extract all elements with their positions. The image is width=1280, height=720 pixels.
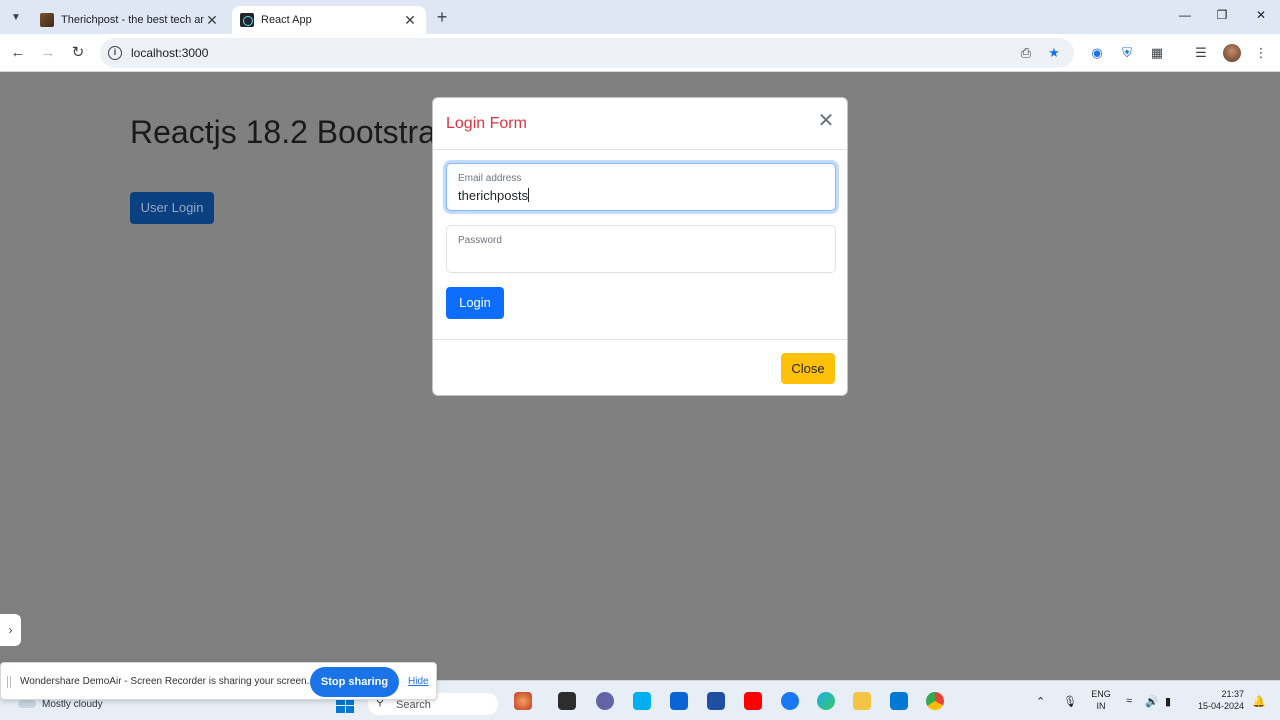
file-explorer-icon[interactable]	[853, 692, 871, 710]
clock[interactable]: 21:37 15-04-2024	[1188, 688, 1244, 712]
react-favicon-icon	[240, 13, 254, 27]
therichpost-favicon-icon	[40, 13, 54, 27]
screen-sharing-bar: Wondershare DemoAir - Screen Recorder is…	[0, 662, 437, 700]
extensions-puzzle-icon[interactable]: ▦	[1148, 44, 1166, 62]
chrome-icon[interactable]	[926, 692, 944, 710]
mail-icon[interactable]	[670, 692, 688, 710]
user-login-button[interactable]: User Login	[130, 192, 214, 224]
facebook-icon[interactable]	[781, 692, 799, 710]
youtube-icon[interactable]	[744, 692, 762, 710]
text-caret	[528, 188, 530, 202]
login-modal: Login Form ✕ Email address therichposts …	[432, 97, 848, 396]
tab-title: Therichpost - the best tech and	[61, 14, 204, 26]
email-value: therichposts	[458, 188, 529, 203]
wifi-icon[interactable]: ≈	[1126, 695, 1132, 707]
back-arrow-icon[interactable]: ←	[8, 43, 28, 63]
drag-handle-icon[interactable]	[7, 676, 11, 688]
minimize-icon[interactable]: —	[1175, 8, 1195, 26]
search-placeholder: Search	[396, 699, 431, 711]
email-label: Email address	[458, 173, 522, 184]
tab-strip: ▼ Therichpost - the best tech and ✕ Reac…	[0, 0, 1280, 34]
edge-icon[interactable]	[817, 692, 835, 710]
login-button[interactable]: Login	[446, 287, 504, 319]
side-panel-chevron-right-icon[interactable]: ›	[0, 614, 21, 646]
email-field[interactable]: Email address therichposts	[446, 163, 836, 211]
close-window-icon[interactable]: ✕	[1251, 8, 1271, 26]
date-text: 15-04-2024	[1197, 701, 1244, 711]
chevron-up-icon[interactable]: ⌃	[1036, 695, 1045, 708]
install-app-icon[interactable]: ⎙	[1018, 45, 1034, 61]
language-indicator[interactable]: ENG IN	[1090, 688, 1112, 712]
profile-avatar[interactable]	[1223, 44, 1241, 62]
stop-sharing-button[interactable]: Stop sharing	[310, 667, 399, 697]
tab-title: React App	[261, 14, 312, 26]
hide-link[interactable]: Hide	[408, 676, 429, 687]
address-bar[interactable]: i localhost:3000 ⎙ ★	[100, 38, 1074, 68]
close-tab-icon[interactable]: ✕	[402, 12, 418, 28]
forward-arrow-icon[interactable]: →	[38, 43, 58, 63]
tab-react-app[interactable]: React App ✕	[232, 6, 426, 34]
tab-therichpost[interactable]: Therichpost - the best tech and ✕	[32, 6, 228, 34]
reload-icon[interactable]: ↻	[68, 43, 88, 63]
sharing-message: Wondershare DemoAir - Screen Recorder is…	[20, 676, 310, 687]
store-icon[interactable]	[707, 692, 725, 710]
cloud-icon	[18, 700, 36, 708]
time-text: 21:37	[1221, 689, 1244, 699]
email-input[interactable]: therichposts	[458, 188, 530, 203]
password-field[interactable]: Password	[446, 225, 836, 273]
new-tab-plus-icon[interactable]: +	[432, 8, 452, 28]
close-tab-icon[interactable]: ✕	[204, 12, 220, 28]
notification-bell-icon[interactable]: 🔔	[1252, 695, 1266, 708]
restore-window-icon[interactable]: ❐	[1212, 8, 1232, 26]
extension-a-icon[interactable]: ◉	[1088, 44, 1106, 62]
language-code: ENG	[1091, 689, 1111, 699]
microphone-icon[interactable]: 🎙	[1063, 695, 1077, 708]
media-control-icon[interactable]: ☰	[1192, 44, 1210, 62]
password-label: Password	[458, 235, 502, 246]
file-app-icon[interactable]	[558, 692, 576, 710]
bookmark-star-icon[interactable]: ★	[1046, 45, 1062, 61]
site-info-icon[interactable]: i	[108, 46, 122, 60]
extension-shield-icon[interactable]: ⛨	[1118, 44, 1136, 62]
region-code: IN	[1096, 701, 1106, 711]
browser-toolbar: ← → ↻ i localhost:3000 ⎙ ★ ◉ ⛨ ▦ ☰ ⋮	[0, 34, 1280, 72]
close-button[interactable]: Close	[781, 353, 835, 384]
battery-icon[interactable]: ▮	[1165, 695, 1171, 708]
modal-title: Login Form	[446, 115, 527, 132]
tab-search-chevron-down-icon[interactable]: ▼	[6, 7, 26, 27]
volume-icon[interactable]: 🔊	[1145, 695, 1159, 708]
page-title: Reactjs 18.2 Bootstra	[130, 114, 436, 150]
modal-footer: Close	[433, 339, 847, 396]
modal-header: Login Form ✕	[433, 98, 847, 150]
teams-chat-icon[interactable]	[596, 692, 614, 710]
weather-text[interactable]: Mostly cloudy	[42, 699, 103, 710]
vscode-icon[interactable]	[890, 692, 908, 710]
url-text[interactable]: localhost:3000	[131, 46, 208, 60]
skype-icon[interactable]	[633, 692, 651, 710]
copilot-app-icon[interactable]	[514, 692, 532, 710]
modal-close-x-icon[interactable]: ✕	[817, 111, 835, 131]
kebab-menu-icon[interactable]: ⋮	[1252, 44, 1270, 62]
